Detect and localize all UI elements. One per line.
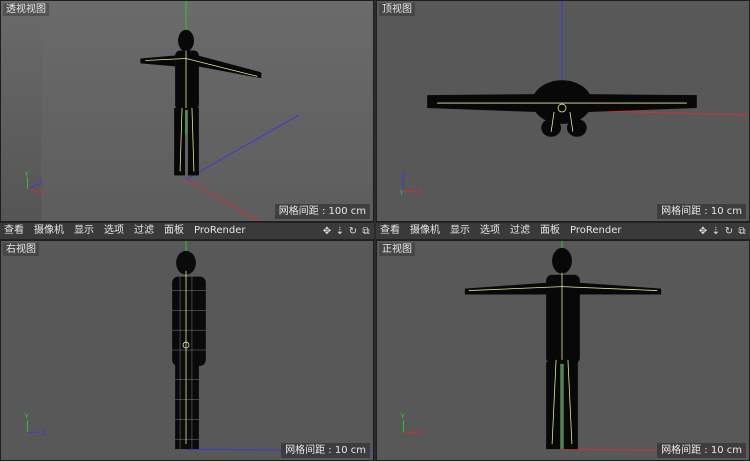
axis-gizmo: Y Z X bbox=[23, 170, 43, 196]
svg-text:Z: Z bbox=[38, 179, 43, 187]
menu-camera[interactable]: 摄像机 bbox=[410, 223, 440, 239]
viewport-right[interactable]: Y Z 右视图 网格间距 : 10 cm bbox=[0, 240, 374, 461]
grid-spacing-front: 网格间距 : 10 cm bbox=[657, 443, 746, 458]
axis-gizmo: Z X Y bbox=[398, 171, 422, 197]
menu-panel[interactable]: 面板 bbox=[164, 223, 184, 239]
top-scene: Z X Y bbox=[398, 1, 749, 197]
menu-options[interactable]: 选项 bbox=[480, 223, 500, 239]
move-icon[interactable]: ✥ bbox=[697, 225, 709, 238]
svg-text:Z: Z bbox=[41, 429, 46, 437]
menu-options[interactable]: 选项 bbox=[104, 223, 124, 239]
grid-spacing-perspective: 网格间距 : 100 cm bbox=[274, 204, 370, 219]
grid-spacing-top: 网格间距 : 10 cm bbox=[657, 204, 746, 219]
figure-silhouette bbox=[464, 247, 662, 450]
viewport-perspective[interactable]: Y Z X 透视视图 网格间距 : 100 cm bbox=[0, 0, 374, 222]
front-scene: Y X bbox=[399, 241, 749, 452]
svg-text:X: X bbox=[417, 429, 422, 437]
svg-text:Y: Y bbox=[399, 412, 405, 420]
menu-panel[interactable]: 面板 bbox=[540, 223, 560, 239]
svg-text:X: X bbox=[38, 188, 43, 196]
right-scene: Y Z bbox=[23, 241, 373, 452]
menu-filter[interactable]: 过滤 bbox=[134, 223, 154, 239]
viewport-label-perspective: 透视视图 bbox=[3, 3, 49, 16]
viewport-menubar-right: 查看 摄像机 显示 选项 过滤 面板 ProRender ✥ ⇣ ↻ ⧉ bbox=[376, 222, 750, 240]
menu-prorender[interactable]: ProRender bbox=[194, 223, 245, 239]
arrow-down-icon[interactable]: ⇣ bbox=[710, 225, 722, 238]
menu-view[interactable]: 查看 bbox=[4, 223, 24, 239]
svg-text:Y: Y bbox=[23, 412, 29, 420]
figure-silhouette bbox=[427, 80, 697, 137]
menu-display[interactable]: 显示 bbox=[450, 223, 470, 239]
maximize-icon[interactable]: ⧉ bbox=[360, 225, 372, 238]
maximize-icon[interactable]: ⧉ bbox=[736, 225, 748, 238]
rotate-icon[interactable]: ↻ bbox=[347, 225, 359, 238]
menu-prorender[interactable]: ProRender bbox=[570, 223, 621, 239]
svg-text:Y: Y bbox=[398, 189, 404, 197]
svg-text:Y: Y bbox=[23, 170, 29, 178]
viewport-menubar-left: 查看 摄像机 显示 选项 过滤 面板 ProRender ✥ ⇣ ↻ ⧉ bbox=[0, 222, 374, 240]
arrow-down-icon[interactable]: ⇣ bbox=[334, 225, 346, 238]
axis-gizmo: Y X bbox=[399, 412, 422, 437]
perspective-scene: Y Z X bbox=[23, 1, 373, 221]
menu-camera[interactable]: 摄像机 bbox=[34, 223, 64, 239]
grid-spacing-right: 网格间距 : 10 cm bbox=[281, 443, 370, 458]
viewport-label-front: 正视图 bbox=[379, 243, 415, 256]
menu-filter[interactable]: 过滤 bbox=[510, 223, 530, 239]
axis-gizmo: Y Z bbox=[23, 412, 46, 437]
viewport-front[interactable]: Y X 正视图 网格间距 : 10 cm bbox=[376, 240, 750, 461]
menu-view[interactable]: 查看 bbox=[380, 223, 400, 239]
viewport-label-right: 右视图 bbox=[3, 243, 39, 256]
viewport-label-top: 顶视图 bbox=[379, 3, 415, 16]
viewport-top[interactable]: Z X Y 顶视图 网格间距 : 10 cm bbox=[376, 0, 750, 222]
svg-text:X: X bbox=[417, 188, 422, 196]
move-icon[interactable]: ✥ bbox=[321, 225, 333, 238]
menu-display[interactable]: 显示 bbox=[74, 223, 94, 239]
svg-text:Z: Z bbox=[400, 171, 405, 179]
rotate-icon[interactable]: ↻ bbox=[723, 225, 735, 238]
